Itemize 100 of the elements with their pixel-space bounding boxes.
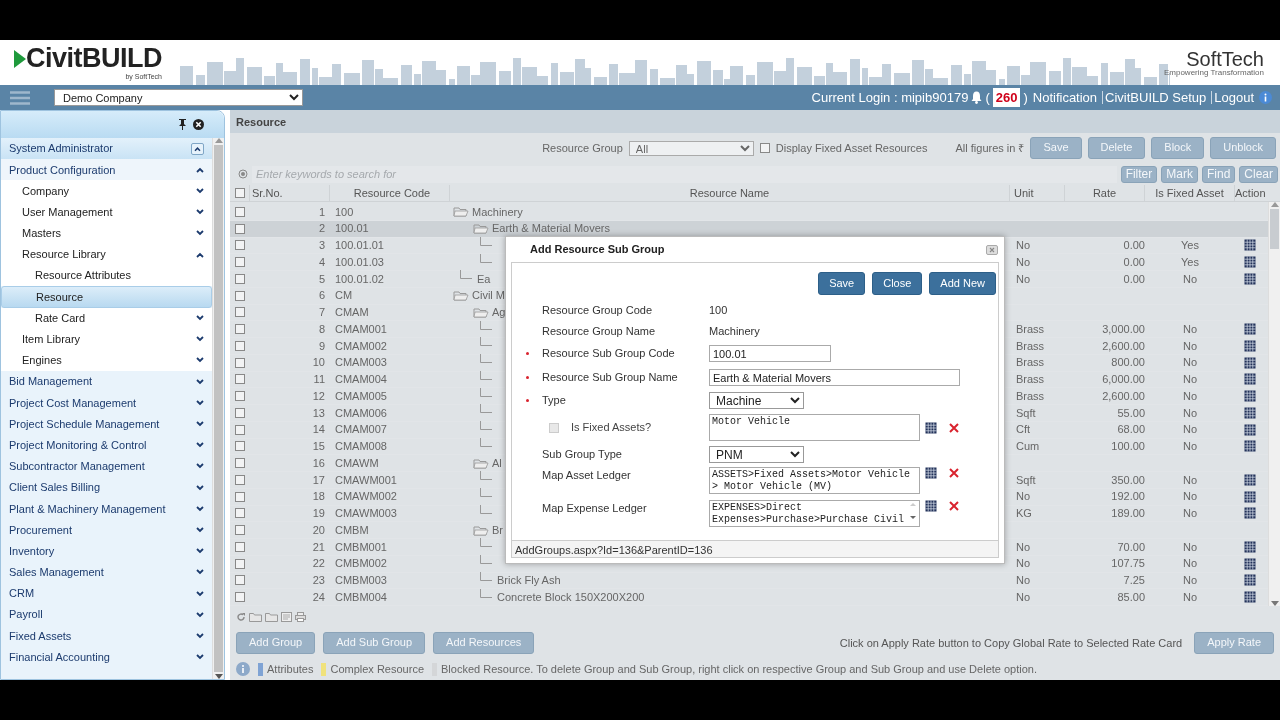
caret-icon[interactable]	[196, 505, 204, 512]
arrow-down-icon[interactable]	[1270, 601, 1279, 606]
column-header[interactable]: Action	[1235, 185, 1265, 201]
caret-icon[interactable]	[196, 632, 204, 639]
caret-icon[interactable]	[196, 357, 204, 364]
checkbox[interactable]	[235, 357, 245, 368]
grid-icon[interactable]	[1244, 239, 1256, 252]
grid-icon[interactable]	[1244, 591, 1256, 604]
column-header[interactable]: Rate	[1065, 185, 1145, 201]
table-row[interactable]: 23 CMBM003 Brick Fly Ash No 7.25 No	[230, 572, 1268, 590]
search-field[interactable]: Enter keywords to search for	[252, 165, 1117, 183]
grid-icon[interactable]	[1244, 356, 1256, 369]
grid-icon[interactable]	[925, 466, 937, 479]
sidebar-item[interactable]: Fixed Assets	[1, 625, 212, 647]
nav-link[interactable]: CivitBUILD Setup	[1102, 91, 1209, 104]
checkbox[interactable]	[235, 223, 245, 234]
caret-icon[interactable]	[196, 187, 204, 194]
remove-icon[interactable]	[949, 467, 959, 478]
sidebar-item[interactable]: Inventory	[1, 540, 212, 562]
sidebar-item[interactable]: User Management	[1, 201, 212, 223]
grid-icon[interactable]	[925, 499, 937, 512]
grid-icon[interactable]	[1244, 373, 1256, 386]
table-row[interactable]: 1 100 Machinery	[230, 204, 1268, 221]
sidebar-item[interactable]: Bid Management	[1, 371, 212, 393]
sidebar-item[interactable]: Company	[1, 180, 212, 202]
sidebar-item[interactable]: Plant & Machinery Management	[1, 498, 212, 520]
group-select[interactable]: All	[628, 140, 754, 156]
dialog-button[interactable]: Save	[818, 272, 866, 295]
sidebar-item[interactable]: Subcontractor Management	[1, 455, 212, 477]
search-option-icon[interactable]	[238, 169, 248, 179]
caret-icon[interactable]	[196, 463, 204, 470]
grid-icon[interactable]	[1244, 423, 1256, 436]
checkbox[interactable]	[235, 558, 245, 569]
grid-icon[interactable]	[1244, 339, 1256, 352]
table-row[interactable]: 24 CMBM004 Concrete Block 150X200X200 No 85.00 No	[230, 589, 1268, 606]
checkbox[interactable]	[235, 206, 245, 217]
caret-icon[interactable]	[196, 378, 204, 385]
grid-icon[interactable]	[1244, 256, 1256, 269]
grid-icon[interactable]	[1244, 574, 1256, 587]
checkbox[interactable]	[235, 541, 245, 552]
dialog-button[interactable]: Add New	[929, 272, 996, 295]
text-input[interactable]: 100.01	[709, 345, 831, 362]
remove-icon[interactable]	[949, 422, 959, 433]
scroll-thumb[interactable]	[1270, 209, 1279, 249]
checkbox[interactable]	[235, 391, 245, 402]
checkbox[interactable]	[235, 441, 245, 452]
grid-icon[interactable]	[1244, 272, 1256, 285]
sidebar-item[interactable]: Resource Library	[1, 243, 212, 266]
checkbox[interactable]	[235, 508, 245, 519]
sidebar-item[interactable]: Engines	[1, 349, 212, 372]
grid-icon[interactable]	[1244, 406, 1256, 419]
checkbox[interactable]	[235, 525, 245, 536]
column-header[interactable]: Resource Code	[330, 185, 450, 201]
sidebar-item[interactable]: Client Sales Billing	[1, 477, 212, 499]
checkbox[interactable]	[235, 491, 245, 502]
caret-icon[interactable]	[196, 526, 204, 533]
remove-icon[interactable]	[949, 500, 959, 511]
checkbox[interactable]	[235, 458, 245, 469]
sidebar-item[interactable]: Rate Card	[1, 307, 212, 329]
grid-icon[interactable]	[1244, 473, 1256, 486]
caret-icon[interactable]	[196, 654, 204, 661]
sidebar-item[interactable]: CRM	[1, 582, 212, 605]
nav-link[interactable]: Notification	[1030, 91, 1100, 104]
caret-icon[interactable]	[196, 548, 204, 555]
refresh-icon[interactable]	[236, 612, 246, 622]
grid-icon[interactable]	[1244, 507, 1256, 520]
caret-icon[interactable]	[196, 251, 204, 258]
select-field[interactable]: PNM	[709, 446, 804, 463]
grid-icon[interactable]	[925, 421, 937, 434]
caret-icon[interactable]	[196, 399, 204, 406]
caret-icon[interactable]	[196, 484, 204, 491]
sidebar-item[interactable]: Masters	[1, 222, 212, 244]
checkbox[interactable]	[235, 307, 245, 318]
grid-icon[interactable]	[1244, 440, 1256, 453]
caret-icon[interactable]	[196, 442, 204, 449]
sidebar-item[interactable]: System Administrator	[1, 138, 212, 160]
caret-icon[interactable]	[196, 590, 204, 597]
print-icon[interactable]	[295, 612, 306, 622]
checkbox[interactable]	[235, 273, 245, 284]
column-header[interactable]: Is Fixed Asset	[1145, 185, 1235, 201]
grid-icon[interactable]	[1244, 390, 1256, 403]
grid-icon[interactable]	[1244, 557, 1256, 570]
checkbox[interactable]	[235, 374, 245, 385]
caret-icon[interactable]	[196, 611, 204, 618]
sidebar-item[interactable]: Sales Management	[1, 561, 212, 583]
close-icon[interactable]	[193, 119, 204, 130]
sidebar-item[interactable]: Procurement	[1, 519, 212, 541]
text-area[interactable]: ASSETS>Fixed Assets>Motor Vehicle > Motor Vehicle (MV)	[709, 466, 920, 494]
checkbox[interactable]	[235, 290, 245, 301]
sidebar-item[interactable]: Resource	[1, 286, 212, 308]
grid-icon[interactable]	[1244, 540, 1256, 553]
checkbox[interactable]	[235, 340, 245, 351]
column-header[interactable]: Resource Name	[450, 185, 1010, 201]
caret-icon[interactable]	[196, 230, 204, 237]
checkbox[interactable]	[235, 592, 245, 603]
arrow-down-icon[interactable]	[214, 674, 223, 679]
grid-icon[interactable]	[1244, 323, 1256, 336]
column-header[interactable]: Unit	[1010, 185, 1065, 201]
caret-icon[interactable]	[196, 569, 204, 576]
bell-icon[interactable]	[971, 91, 983, 104]
